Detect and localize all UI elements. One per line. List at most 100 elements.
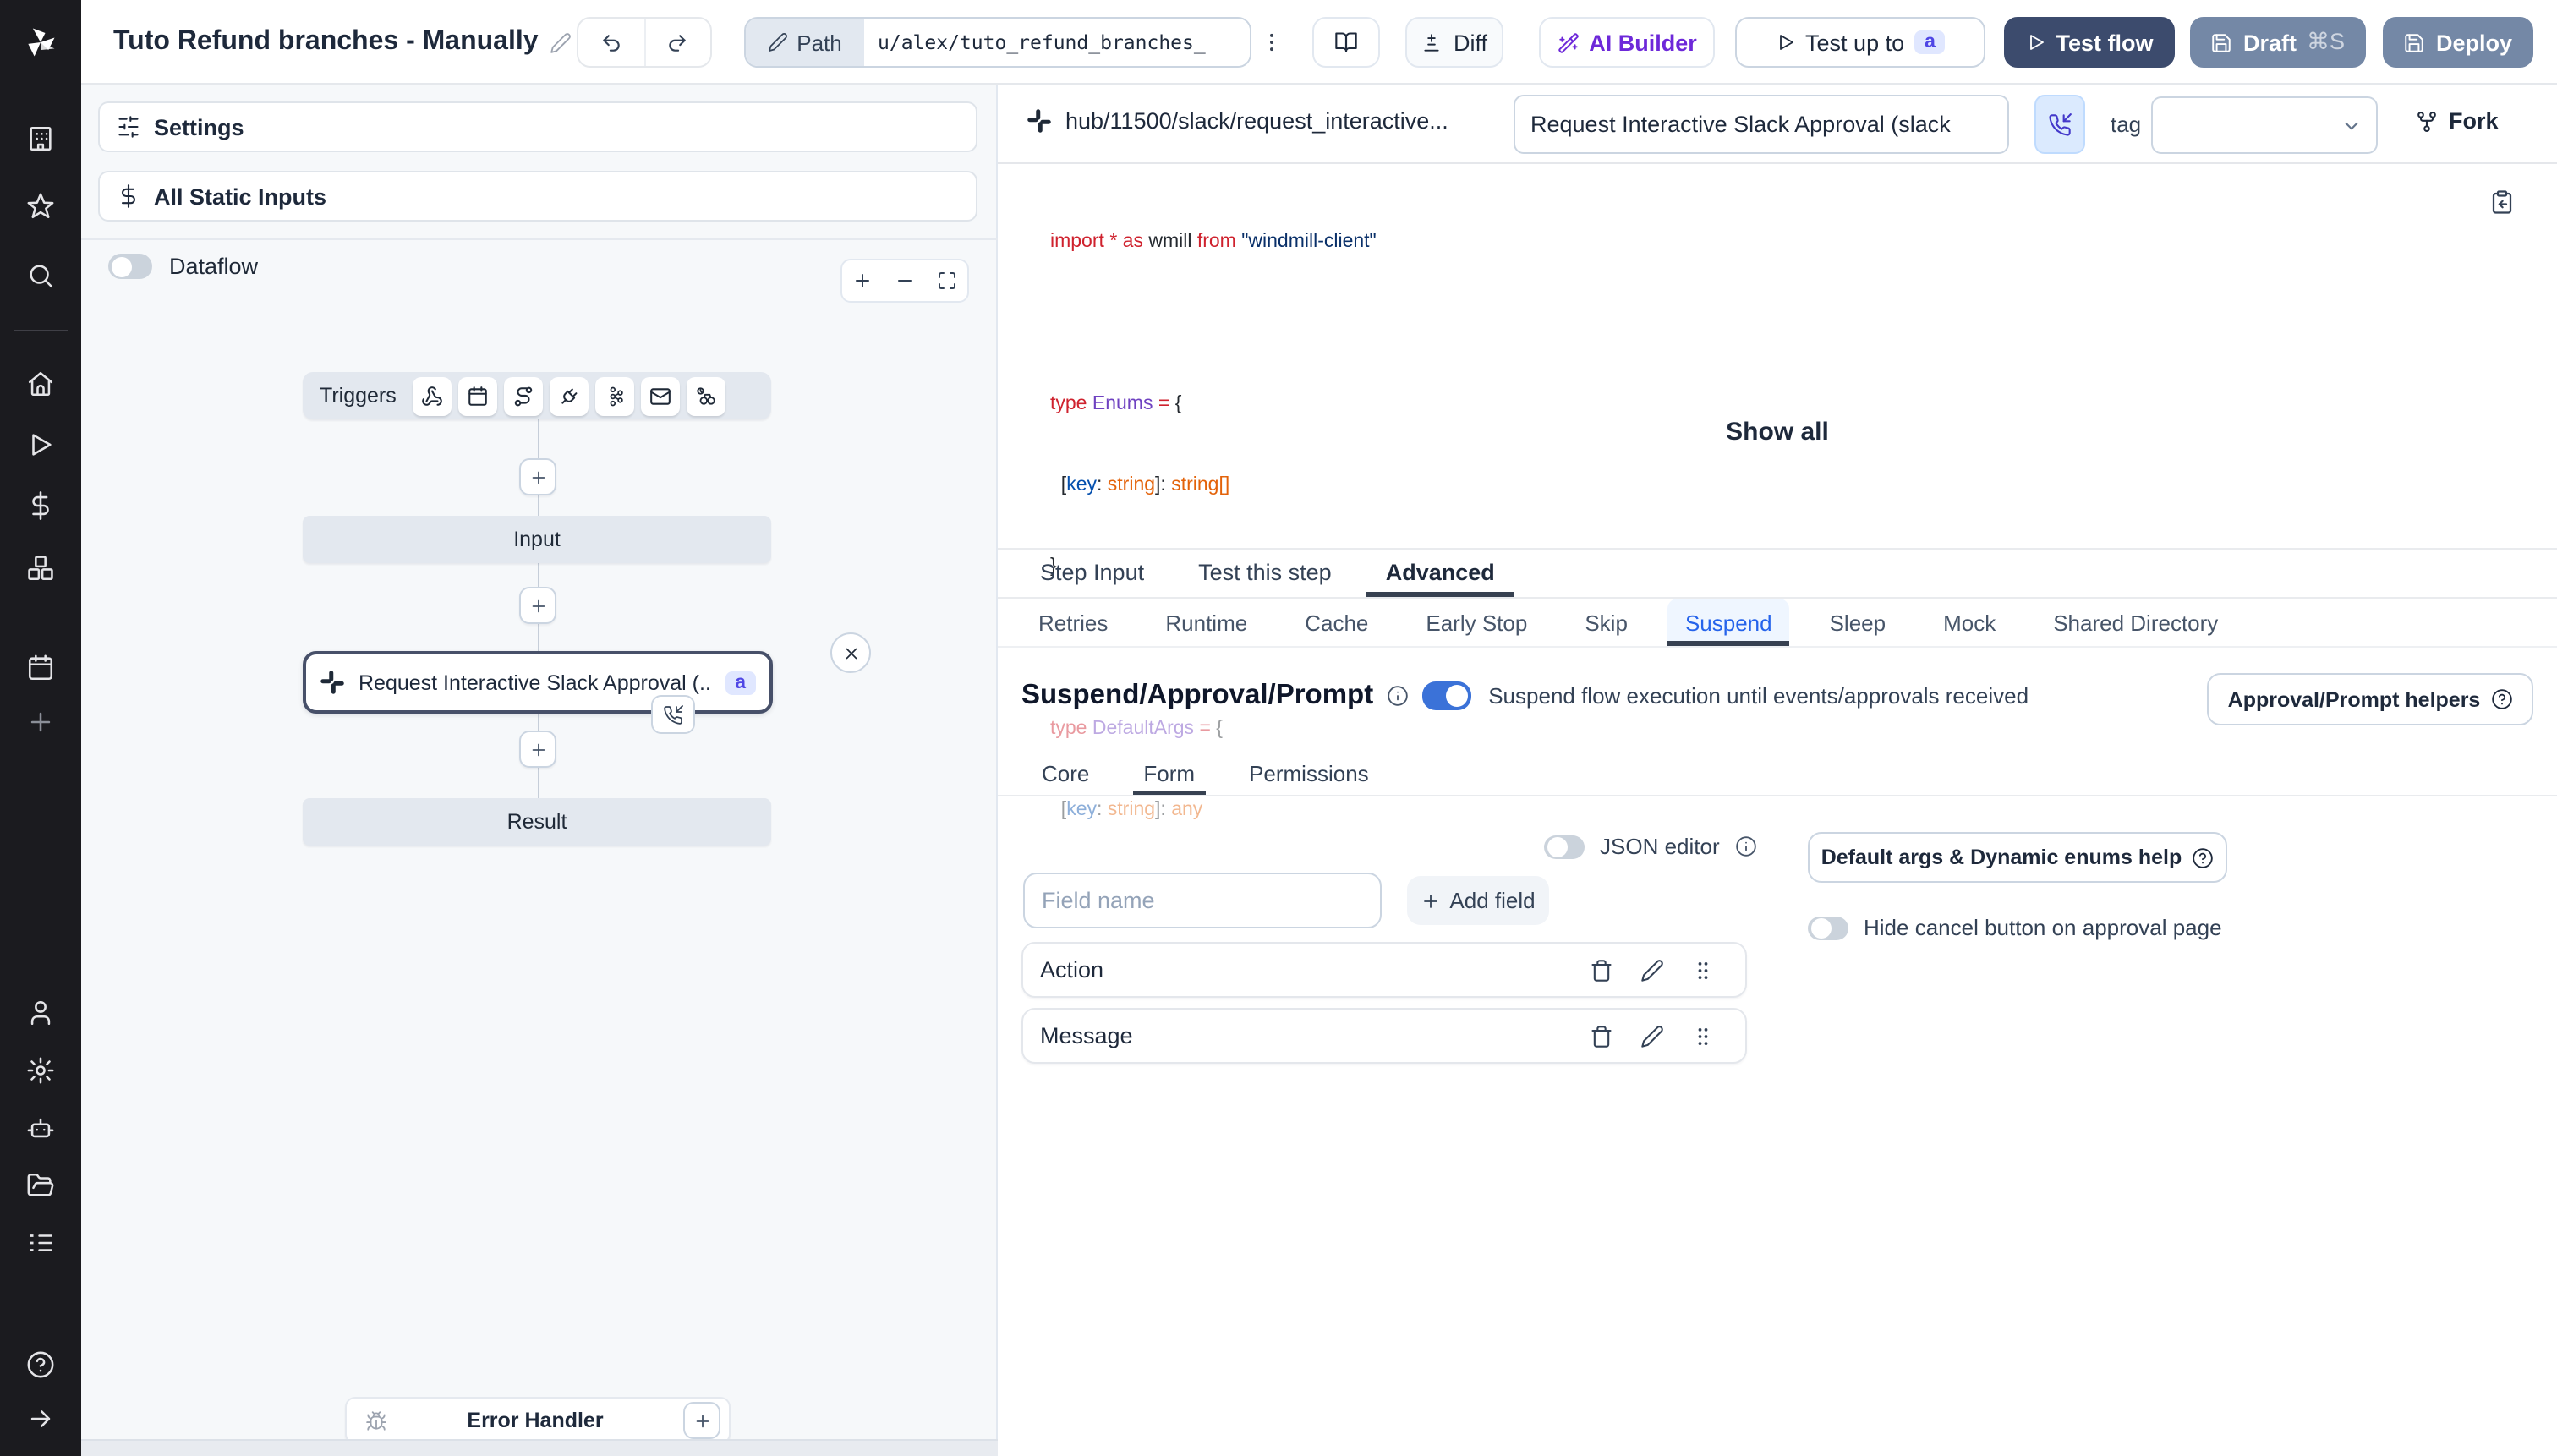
triggers-label: Triggers xyxy=(320,384,397,408)
delete-field-trash-icon[interactable] xyxy=(1576,958,1627,982)
expand-sidebar-arrow-icon[interactable] xyxy=(26,1404,55,1433)
variables-dollar-icon[interactable] xyxy=(26,491,55,520)
fork-button[interactable]: Fork xyxy=(2415,108,2499,134)
all-static-inputs-label: All Static Inputs xyxy=(154,183,327,209)
suspend-phone-incoming-badge xyxy=(651,695,695,734)
insert-step-button[interactable] xyxy=(519,458,556,495)
show-all-button[interactable]: Show all xyxy=(998,418,2557,446)
test-flow-button[interactable]: Test flow xyxy=(2004,17,2175,68)
search-icon[interactable] xyxy=(26,261,55,290)
subtab-mock[interactable]: Mock xyxy=(1926,599,2012,646)
tab-test-this-step[interactable]: Test this step xyxy=(1180,548,1350,597)
info-icon[interactable] xyxy=(1387,685,1409,707)
add-error-handler-button[interactable] xyxy=(683,1402,720,1439)
docs-book-button[interactable] xyxy=(1312,17,1380,68)
help-circle-icon xyxy=(2193,847,2214,868)
approval-prompt-helpers-button[interactable]: Approval/Prompt helpers xyxy=(2207,673,2533,725)
schedules-calendar-icon[interactable] xyxy=(26,654,55,682)
help-icon[interactable] xyxy=(26,1350,55,1379)
subtab-retries[interactable]: Retries xyxy=(1021,599,1125,646)
insert-step-button[interactable] xyxy=(519,731,556,768)
dataflow-toggle[interactable] xyxy=(108,254,152,279)
wand-icon xyxy=(1558,32,1579,52)
ai-builder-button[interactable]: AI Builder xyxy=(1539,17,1715,68)
audit-logs-list-icon[interactable] xyxy=(26,1229,55,1257)
email-trigger-icon[interactable] xyxy=(641,376,681,415)
step-name-input[interactable] xyxy=(1514,95,2009,154)
deploy-button[interactable]: Deploy xyxy=(2383,17,2533,68)
subtab-sleep[interactable]: Sleep xyxy=(1813,599,1903,646)
json-editor-toggle[interactable] xyxy=(1544,835,1585,858)
copy-code-clipboard-icon[interactable] xyxy=(2489,189,2515,215)
draft-label: Draft xyxy=(2242,30,2297,55)
kafka-trigger-icon[interactable] xyxy=(595,376,635,415)
zoom-out-icon[interactable] xyxy=(895,271,915,291)
windmill-logo[interactable] xyxy=(0,0,81,85)
poll-watch-trigger-icon[interactable] xyxy=(687,376,726,415)
delete-field-trash-icon[interactable] xyxy=(1576,1024,1627,1048)
input-node[interactable]: Input xyxy=(303,516,771,563)
workers-robot-icon[interactable] xyxy=(26,1114,55,1142)
user-icon[interactable] xyxy=(26,999,55,1027)
suspend-phone-toggle-button[interactable] xyxy=(2034,95,2085,154)
tab-advanced[interactable]: Advanced xyxy=(1366,548,1514,597)
play-icon xyxy=(2029,35,2044,50)
subtab-early-stop[interactable]: Early Stop xyxy=(1409,599,1544,646)
http-route-trigger-icon[interactable] xyxy=(504,376,544,415)
path-button[interactable]: Path xyxy=(746,19,864,66)
hide-cancel-row: Hide cancel button on approval page xyxy=(1808,915,2222,940)
path-input[interactable] xyxy=(864,19,1250,66)
runs-play-icon[interactable] xyxy=(26,430,55,459)
tab-core[interactable]: Core xyxy=(1021,754,1109,793)
tab-step-input[interactable]: Step Input xyxy=(1021,548,1163,597)
edit-field-pencil-icon[interactable] xyxy=(1627,958,1678,982)
all-static-inputs-button[interactable]: All Static Inputs xyxy=(98,171,977,222)
subtab-shared-directory[interactable]: Shared Directory xyxy=(2036,599,2235,646)
slack-approval-node[interactable]: Request Interactive Slack Approval (... … xyxy=(303,651,773,714)
tab-form[interactable]: Form xyxy=(1123,754,1215,796)
info-icon[interactable] xyxy=(1735,835,1757,857)
redo-button[interactable] xyxy=(643,19,710,66)
flow-bottom-strip xyxy=(81,1439,998,1456)
folders-icon[interactable] xyxy=(26,1171,55,1200)
subtab-cache[interactable]: Cache xyxy=(1288,599,1385,646)
draft-button[interactable]: Draft ⌘S xyxy=(2190,17,2366,68)
zoom-in-icon[interactable] xyxy=(853,271,873,291)
test-up-to-label: Test up to xyxy=(1805,30,1905,55)
default-args-label: Default args & Dynamic enums help xyxy=(1821,846,2182,869)
insert-step-button[interactable] xyxy=(519,587,556,624)
tab-permissions[interactable]: Permissions xyxy=(1229,754,1389,793)
more-options-kebab-icon[interactable] xyxy=(1255,17,1289,68)
hide-cancel-toggle[interactable] xyxy=(1808,916,1848,939)
edit-title-pencil-icon[interactable] xyxy=(550,31,572,53)
field-name-input[interactable] xyxy=(1023,873,1382,928)
favorites-star-icon[interactable] xyxy=(26,192,55,221)
diff-button[interactable]: Diff xyxy=(1405,17,1503,68)
settings-button[interactable]: Settings xyxy=(98,101,977,152)
remove-node-close-icon[interactable] xyxy=(830,632,871,673)
edit-field-pencil-icon[interactable] xyxy=(1627,1024,1678,1048)
fit-view-icon[interactable] xyxy=(936,271,956,291)
home-icon[interactable] xyxy=(26,369,55,398)
add-plus-icon[interactable] xyxy=(26,708,55,736)
suspend-enabled-toggle[interactable] xyxy=(1422,681,1472,710)
websocket-trigger-icon[interactable] xyxy=(550,376,589,415)
default-args-help-button[interactable]: Default args & Dynamic enums help xyxy=(1808,832,2227,883)
result-node[interactable]: Result xyxy=(303,798,771,846)
undo-button[interactable] xyxy=(578,19,643,66)
error-handler-node[interactable]: Error Handler xyxy=(345,1397,731,1444)
webhook-trigger-icon[interactable] xyxy=(413,376,452,415)
workspace-icon[interactable] xyxy=(26,124,55,153)
drag-handle-grip-icon[interactable] xyxy=(1678,958,1728,982)
resources-boxes-icon[interactable] xyxy=(26,554,55,583)
settings-gear-icon[interactable] xyxy=(26,1056,55,1085)
add-field-button[interactable]: Add field xyxy=(1407,876,1549,925)
tag-select[interactable] xyxy=(2151,96,2378,154)
schedule-trigger-icon[interactable] xyxy=(458,376,498,415)
form-field-row: Action xyxy=(1021,942,1747,998)
drag-handle-grip-icon[interactable] xyxy=(1678,1024,1728,1048)
subtab-skip[interactable]: Skip xyxy=(1568,599,1645,646)
subtab-suspend[interactable]: Suspend xyxy=(1667,599,1790,646)
test-up-to-button[interactable]: Test up to a xyxy=(1735,17,1985,68)
subtab-runtime[interactable]: Runtime xyxy=(1148,599,1264,646)
